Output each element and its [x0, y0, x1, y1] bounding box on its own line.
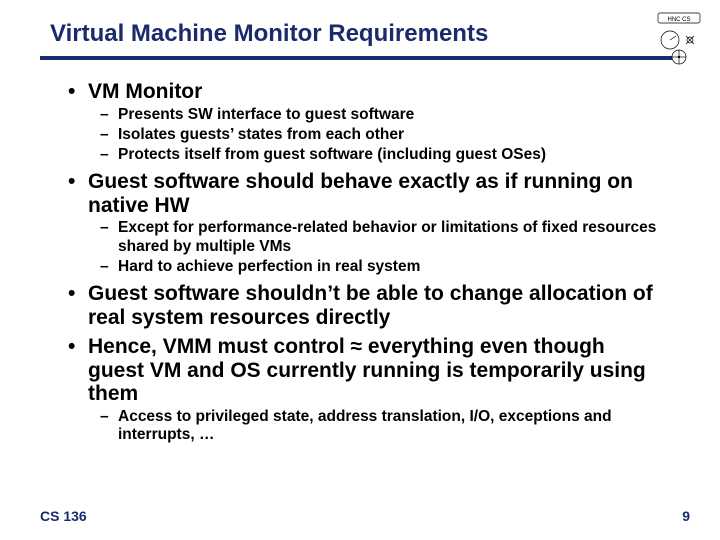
svg-text:HNC CS: HNC CS — [667, 17, 690, 23]
footer-page: 9 — [682, 508, 690, 524]
bullet-level-1: •Guest software should behave exactly as… — [68, 170, 660, 217]
corner-logo: HNC CS — [652, 12, 706, 66]
bullet-level-2: –Access to privileged state, address tra… — [100, 408, 660, 445]
bullet-level-2: –Isolates guests’ states from each other — [100, 126, 660, 144]
bullet-level-2: –Presents SW interface to guest software — [100, 106, 660, 124]
bullet-level-1: •VM Monitor — [68, 80, 660, 104]
bullet-level-1: •Hence, VMM must control ≈ everything ev… — [68, 335, 660, 406]
slide-title: Virtual Machine Monitor Requirements — [50, 20, 680, 48]
bullet-level-2: –Protects itself from guest software (in… — [100, 146, 660, 164]
bullet-level-2: –Except for performance-related behavior… — [100, 219, 660, 256]
bullet-level-1: •Guest software shouldn’t be able to cha… — [68, 282, 660, 329]
title-underline — [40, 56, 680, 60]
footer-course: CS 136 — [40, 508, 87, 524]
slide-content: •VM Monitor –Presents SW interface to gue… — [40, 70, 680, 444]
bullet-level-2: –Hard to achieve perfection in real syst… — [100, 258, 660, 276]
